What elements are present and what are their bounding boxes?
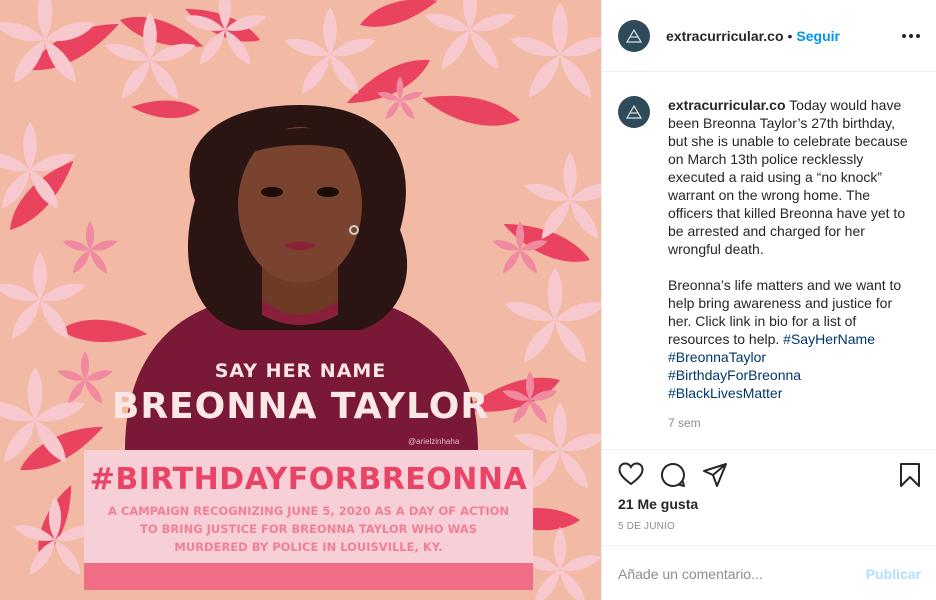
caption-text-1: Today would have been Breonna Taylor’s 2… [668,97,908,257]
post-sidebar: extracurricular.co • Seguir extracurricu… [601,0,936,600]
campaign-line: A CAMPAIGN RECOGNIZING JUNE 5, 2020 AS A… [107,504,509,518]
say-her-name-text: SAY HER NAME [214,360,387,382]
header-username[interactable]: extracurricular.co [666,28,784,44]
likes-count[interactable]: 21 Me gusta [618,496,698,512]
avatar[interactable] [618,19,650,52]
action-section: 21 Me gusta 5 DE JUNIO Publicar [602,449,936,600]
post-image[interactable]: SAY HER NAME BREONNA TAYLOR @arielzinhah… [0,0,601,600]
heart-icon[interactable] [618,462,644,486]
breonna-name-text: BREONNA TAYLOR [111,386,490,427]
caption-body: extracurricular.co Today would have been… [668,96,913,449]
caption-paragraph-2: Breonna’s life matters and we want to he… [668,276,913,402]
caption-username[interactable]: extracurricular.co [668,97,786,113]
post-header: extracurricular.co • Seguir [602,0,936,72]
artist-credit: @arielzinhaha [408,437,460,446]
banner-stripe [84,563,533,590]
hashtag-link[interactable]: #BirthdayForBreonna [668,367,801,383]
triangle-logo-icon [626,105,642,119]
publish-button[interactable]: Publicar [866,566,921,582]
share-icon[interactable] [702,462,728,488]
caption-avatar[interactable] [618,96,650,128]
hashtag-link[interactable]: #BreonnaTaylor [668,349,766,365]
hashtag-link[interactable]: #SayHerName [783,331,875,347]
post-date: 5 DE JUNIO [618,521,676,532]
comment-icon[interactable] [660,462,686,488]
comment-input[interactable] [618,565,866,582]
campaign-text: A CAMPAIGN RECOGNIZING JUNE 5, 2020 AS A… [84,502,533,556]
comment-bar: Publicar [602,545,936,600]
campaign-line: MURDERED BY POLICE IN LOUISVILLE, KY. [174,540,443,554]
caption-paragraph-1: extracurricular.co Today would have been… [668,96,913,258]
separator-dot: • [787,27,793,44]
bookmark-icon[interactable] [899,462,921,488]
caption-time[interactable]: 7 sem [668,414,913,432]
caption-area: extracurricular.co Today would have been… [602,72,936,449]
more-options-icon[interactable] [902,33,920,38]
hashtag-link[interactable]: #BlackLivesMatter [668,385,782,401]
triangle-logo-icon [626,28,642,43]
hashtag-title: #BIRTHDAYFORBREONNA [89,462,528,497]
action-icons [618,462,921,488]
follow-button[interactable]: Seguir [796,28,840,44]
campaign-line: TO BRING JUSTICE FOR BREONNA TAYLOR WHO … [140,522,477,536]
